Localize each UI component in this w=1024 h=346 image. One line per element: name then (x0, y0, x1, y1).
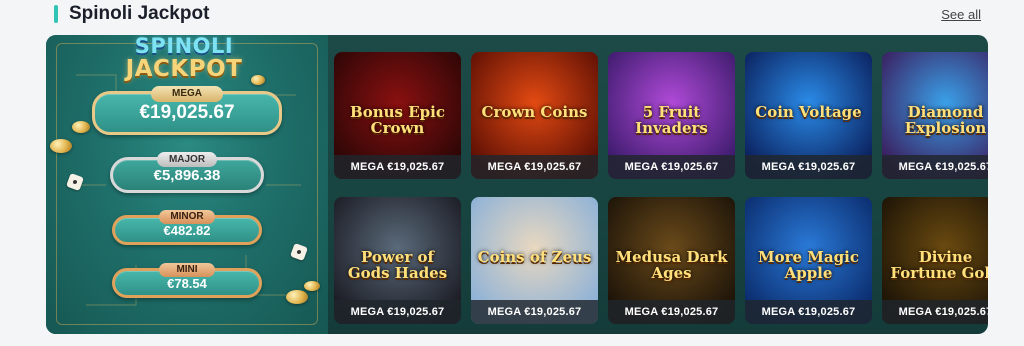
game-card[interactable]: Medusa Dark Ages MEGA €19,025.67 (608, 197, 735, 324)
section-accent-bar (54, 5, 58, 23)
game-title: Coins of Zeus (477, 248, 592, 266)
tier-label: MAJOR (157, 152, 217, 167)
tier-label: MEGA (151, 86, 223, 102)
jackpot-tier-major: MAJOR €5,896.38 (110, 152, 264, 193)
game-card[interactable]: Divine Fortune Gold MEGA €19,025.67 (882, 197, 988, 324)
game-title: Divine Fortune Gold (890, 248, 988, 282)
game-card[interactable]: Crown Coins MEGA €19,025.67 (471, 52, 598, 179)
jackpot-widget[interactable]: SPINOLI JACKPOT MEGA €19,025.67 MAJOR €5… (46, 35, 328, 334)
game-card[interactable]: More Magic Apple MEGA €19,025.67 (745, 197, 872, 324)
game-jackpot-caption: MEGA €19,025.67 (334, 300, 461, 324)
tier-label: MINOR (159, 210, 215, 224)
games-grid: Bonus Epic Crown MEGA €19,025.67 Crown Coi… (334, 52, 988, 334)
jackpot-tier-minor: MINOR €482.82 (112, 210, 262, 245)
tier-label: MINI (159, 263, 215, 277)
game-title: Coin Voltage (755, 103, 862, 121)
game-jackpot-caption: MEGA €19,025.67 (471, 155, 598, 179)
game-card[interactable]: Power of Gods Hades MEGA €19,025.67 (334, 197, 461, 324)
game-jackpot-caption: MEGA €19,025.67 (745, 300, 872, 324)
game-jackpot-caption: MEGA €19,025.67 (882, 155, 988, 179)
spinoli-jackpot-logo: SPINOLI JACKPOT (109, 35, 259, 81)
coin-icon (251, 75, 265, 85)
game-jackpot-caption: MEGA €19,025.67 (471, 300, 598, 324)
section-title: Spinoli Jackpot (69, 3, 210, 24)
game-title: Diamond Explosion (904, 103, 987, 137)
jackpot-tier-mini: MINI €78.54 (112, 263, 262, 298)
game-jackpot-caption: MEGA €19,025.67 (608, 155, 735, 179)
coin-icon (72, 121, 90, 133)
logo-top-text: SPINOLI (134, 35, 234, 58)
coin-icon (50, 139, 72, 153)
game-title: Medusa Dark Ages (615, 248, 728, 282)
see-all-link[interactable]: See all (941, 7, 981, 22)
jackpot-tier-mega: MEGA €19,025.67 (92, 86, 282, 135)
game-jackpot-caption: MEGA €19,025.67 (334, 155, 461, 179)
jackpot-panel: SPINOLI JACKPOT MEGA €19,025.67 MAJOR €5… (46, 35, 988, 334)
game-card[interactable]: 5 Fruit Invaders MEGA €19,025.67 (608, 52, 735, 179)
game-jackpot-caption: MEGA €19,025.67 (745, 155, 872, 179)
game-card[interactable]: Coin Voltage MEGA €19,025.67 (745, 52, 872, 179)
coin-icon (286, 290, 308, 304)
logo-bottom-text: JACKPOT (125, 56, 243, 82)
game-title: Crown Coins (481, 103, 588, 121)
game-title: Power of Gods Hades (347, 248, 448, 282)
game-title: More Magic Apple (758, 248, 859, 282)
game-card[interactable]: Bonus Epic Crown MEGA €19,025.67 (334, 52, 461, 179)
coin-icon (304, 281, 320, 291)
game-jackpot-caption: MEGA €19,025.67 (608, 300, 735, 324)
section-header: Spinoli Jackpot See all (54, 2, 984, 28)
game-title: Bonus Epic Crown (350, 103, 445, 137)
game-jackpot-caption: MEGA €19,025.67 (882, 300, 988, 324)
game-card[interactable]: Coins of Zeus MEGA €19,025.67 (471, 197, 598, 324)
game-card[interactable]: Diamond Explosion MEGA €19,025.67 (882, 52, 988, 179)
game-title: 5 Fruit Invaders (635, 103, 708, 137)
